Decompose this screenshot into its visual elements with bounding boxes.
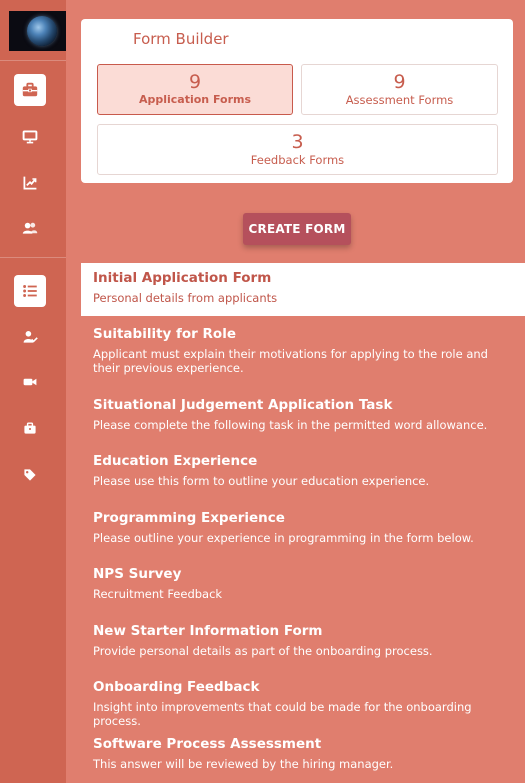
presentation-icon xyxy=(22,130,38,144)
list-item[interactable]: Onboarding Feedback Insight into improve… xyxy=(81,679,525,728)
form-description: Applicant must explain their motivations… xyxy=(93,347,488,375)
stat-count: 9 xyxy=(393,71,406,93)
sidebar xyxy=(0,0,66,783)
form-title: Onboarding Feedback xyxy=(93,679,260,695)
globe-image xyxy=(27,16,57,46)
sidebar-item-presentation[interactable] xyxy=(14,121,46,153)
form-description: Insight into improvements that could be … xyxy=(93,700,472,728)
sidebar-item-briefcase[interactable] xyxy=(14,74,46,106)
users-icon xyxy=(22,222,38,234)
user-check-icon xyxy=(23,331,38,343)
sidebar-item-forms[interactable] xyxy=(14,275,46,307)
sidebar-item-users[interactable] xyxy=(14,212,46,244)
list-item[interactable]: Software Process Assessment This answer … xyxy=(81,736,525,771)
stat-feedback-forms[interactable]: 3 Feedback Forms xyxy=(97,124,498,175)
form-title: Situational Judgement Application Task xyxy=(93,397,393,413)
stat-application-forms[interactable]: 9 Application Forms xyxy=(97,64,293,115)
form-description: Please use this form to outline your edu… xyxy=(93,474,430,488)
sidebar-item-user-check[interactable] xyxy=(14,321,46,353)
form-title: NPS Survey xyxy=(93,566,182,582)
video-camera-icon xyxy=(23,378,37,386)
sidebar-item-suitcase[interactable] xyxy=(14,412,46,444)
list-item[interactable]: Initial Application Form Personal detail… xyxy=(81,263,525,316)
form-description: This answer will be reviewed by the hiri… xyxy=(93,757,394,771)
list-icon xyxy=(23,285,37,297)
stat-count: 3 xyxy=(291,131,304,153)
stat-label: Assessment Forms xyxy=(345,93,454,107)
page-title: Form Builder xyxy=(133,30,229,48)
create-form-button[interactable]: CREATE FORM xyxy=(243,213,351,245)
form-description: Recruitment Feedback xyxy=(93,587,223,601)
form-title: New Starter Information Form xyxy=(93,623,323,639)
stat-count: 9 xyxy=(188,71,202,93)
list-item[interactable]: Education Experience Please use this for… xyxy=(81,453,525,488)
form-description: Personal details from applicants xyxy=(93,291,278,305)
briefcase-icon xyxy=(22,82,38,97)
stat-label: Application Forms xyxy=(138,93,252,106)
form-title: Programming Experience xyxy=(93,510,285,526)
earth-logo[interactable] xyxy=(9,11,66,51)
form-description: Please outline your experience in progra… xyxy=(93,531,474,545)
tag-icon xyxy=(24,469,36,481)
sidebar-item-analytics[interactable] xyxy=(14,167,46,199)
form-description: Provide personal details as part of the … xyxy=(93,644,433,658)
list-item[interactable]: NPS Survey Recruitment Feedback xyxy=(81,566,525,601)
form-description: Please complete the following task in th… xyxy=(93,418,488,432)
suitcase-icon xyxy=(24,422,36,434)
list-item[interactable]: New Starter Information Form Provide per… xyxy=(81,623,525,658)
sidebar-divider xyxy=(0,257,66,258)
form-builder-panel: Form Builder 9 Application Forms 9 Asses… xyxy=(81,19,513,183)
stat-label: Feedback Forms xyxy=(250,153,345,167)
chart-line-icon xyxy=(23,176,37,190)
form-title: Software Process Assessment xyxy=(93,736,322,752)
list-item[interactable]: Suitability for Role Applicant must expl… xyxy=(81,326,525,375)
stat-assessment-forms[interactable]: 9 Assessment Forms xyxy=(301,64,498,115)
list-item[interactable]: Programming Experience Please outline yo… xyxy=(81,510,525,545)
sidebar-divider xyxy=(0,60,66,61)
form-title: Education Experience xyxy=(93,453,258,469)
form-title: Initial Application Form xyxy=(93,270,272,286)
list-item[interactable]: Situational Judgement Application Task P… xyxy=(81,397,525,432)
sidebar-item-video[interactable] xyxy=(14,366,46,398)
sidebar-item-tags[interactable] xyxy=(14,459,46,491)
form-title: Suitability for Role xyxy=(93,326,236,342)
